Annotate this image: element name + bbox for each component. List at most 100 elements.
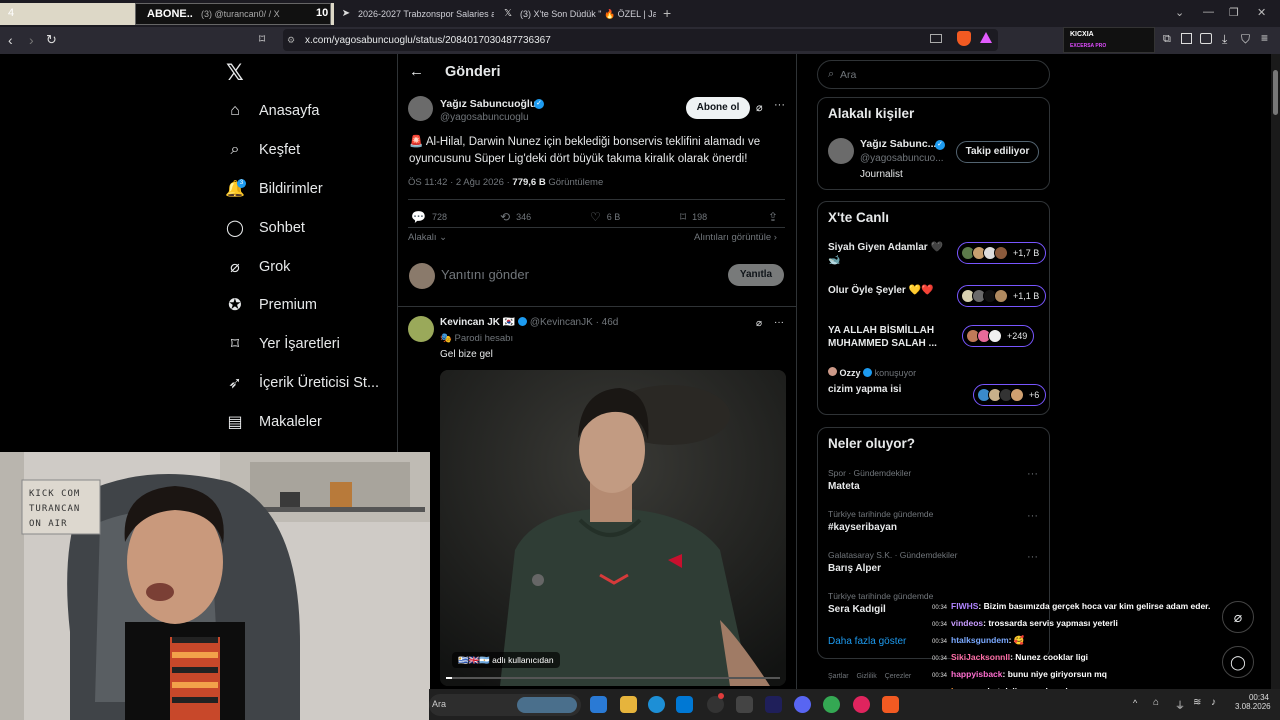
more-icon[interactable]: ··· xyxy=(774,99,785,111)
chat-username[interactable]: htalksgundem xyxy=(951,635,1009,645)
author-avatar[interactable] xyxy=(408,96,433,121)
messages-fab-icon[interactable]: ◯ xyxy=(1222,646,1254,678)
browser-tab-active[interactable]: 4 ABONE.. (3) @turancan0/ / X 10 xyxy=(0,3,334,25)
search-input[interactable]: Ara xyxy=(840,69,856,81)
reply-author-name[interactable]: Kevincan JK 🇰🇷 xyxy=(440,317,515,328)
related-avatar[interactable] xyxy=(828,138,854,164)
grok-icon[interactable]: ⌀ xyxy=(756,318,762,329)
sidebar-item-keşfet[interactable]: ⌕ Keşfet xyxy=(224,135,301,165)
bookmark-action[interactable]: ⌑ 198 xyxy=(680,210,707,224)
reply-action[interactable]: 💬 728 xyxy=(411,210,447,224)
author-handle[interactable]: @yagosabuncuoglu xyxy=(440,112,529,123)
author-name[interactable]: Yağız Sabuncuoğlu xyxy=(440,98,536,110)
tab-list-icon[interactable]: ⌄ xyxy=(1175,6,1184,19)
download-icon[interactable]: ⤓ xyxy=(1222,32,1227,47)
footer-links[interactable]: Şartlar Gizlilik Çerezler xyxy=(828,673,911,680)
minimize-icon[interactable]: — xyxy=(1203,6,1214,18)
more-icon[interactable]: ··· xyxy=(1027,468,1038,480)
forward-icon[interactable]: › xyxy=(29,32,34,48)
search-box[interactable]: ⌕ Ara xyxy=(817,60,1050,89)
bookmark-page-icon[interactable]: ⌑ xyxy=(259,32,265,46)
app-icon[interactable] xyxy=(853,696,870,713)
chat-username[interactable]: happyisback xyxy=(951,669,1003,679)
sidebar-item-sohbet[interactable]: ◯ Sohbet xyxy=(224,213,305,243)
like-action[interactable]: ♡ 6 B xyxy=(590,210,620,224)
view-quotes-link[interactable]: Alıntıları görüntüle › xyxy=(694,232,777,243)
capcut-icon[interactable] xyxy=(736,696,753,713)
live-listeners-pill[interactable]: +249 xyxy=(962,325,1035,347)
back-icon[interactable]: ‹ xyxy=(8,32,13,48)
following-button[interactable]: Takip ediliyor xyxy=(956,141,1039,163)
wifi-icon[interactable]: ≋ xyxy=(1193,697,1201,708)
url-text[interactable]: x.com/yagosabuncuoglu/status/20840170304… xyxy=(305,35,551,46)
live-item-title[interactable]: Siyah Giyen Adamlar 🖤 🐋 xyxy=(828,241,948,267)
chat-username[interactable]: FIWHS xyxy=(951,601,978,611)
back-arrow-icon[interactable]: ← xyxy=(409,63,424,80)
sidebar-item-grok[interactable]: ⌀ Grok xyxy=(224,252,290,282)
reply-author-handle[interactable]: @KevincanJK xyxy=(530,317,593,328)
host-name[interactable]: Ozzy xyxy=(840,368,861,378)
scrollbar-thumb[interactable] xyxy=(1273,70,1278,115)
reply-author-avatar[interactable] xyxy=(408,316,434,342)
sidebar-item-premium[interactable]: ✪ Premium xyxy=(224,290,317,320)
premiere-icon[interactable] xyxy=(765,696,782,713)
grok-fab-icon[interactable]: ⌀ xyxy=(1222,601,1254,633)
close-icon[interactable]: ✕ xyxy=(1257,6,1266,19)
network-icon[interactable]: ⌂ xyxy=(1153,697,1159,708)
extensions-icon[interactable]: ⧉ xyxy=(1163,33,1171,46)
menu-icon[interactable]: ≡ xyxy=(1261,31,1268,45)
repost-action[interactable]: ⟲ 346 xyxy=(500,210,531,224)
sort-dropdown[interactable]: Alakalı ⌄ xyxy=(408,232,447,243)
video-player[interactable]: 🇺🇾🇬🇧🇦🇷 adlı kullanıcıdan xyxy=(440,370,786,686)
related-handle[interactable]: @yagosabuncuo... xyxy=(860,153,944,164)
sidebar-item-yer-i-şaretleri[interactable]: ⌑ Yer İşaretleri xyxy=(224,329,340,359)
trend-name[interactable]: Barış Alper xyxy=(828,563,881,574)
vpn-icon[interactable]: ⛉ xyxy=(1241,32,1250,47)
reply-button[interactable]: Yanıtla xyxy=(728,264,784,286)
live-item-title[interactable]: YA ALLAH BİSMİLLAH MUHAMMED SALAH ... xyxy=(828,324,953,350)
tray-arrow-icon[interactable]: ^ xyxy=(1133,698,1137,708)
site-info-icon[interactable]: ⚙ xyxy=(287,35,295,46)
follow-button[interactable]: Abone ol xyxy=(686,97,750,119)
live-listeners-pill[interactable]: +1,1 B xyxy=(957,285,1047,307)
browser-tab-trabzonspor[interactable]: ➤ 2026-2027 Trabzonspor Salaries and xyxy=(334,3,494,25)
edge-icon[interactable] xyxy=(648,696,665,713)
grok-icon[interactable]: ⌀ xyxy=(756,101,763,114)
trend-name[interactable]: Mateta xyxy=(828,481,860,492)
related-name[interactable]: Yağız Sabunc... xyxy=(860,138,936,150)
widgets-icon[interactable] xyxy=(590,696,607,713)
mic-icon[interactable]: ⏚ xyxy=(1175,697,1185,712)
chat-username[interactable]: vindeos xyxy=(951,618,983,628)
reload-icon[interactable]: ↻ xyxy=(46,32,57,48)
share-action[interactable]: ⇪ xyxy=(768,210,778,224)
chrome-icon[interactable] xyxy=(823,696,840,713)
taskbar-search[interactable]: Ara xyxy=(429,694,581,716)
file-explorer-icon[interactable] xyxy=(620,696,637,713)
sidebar-item-i-çerik-üreticisi-st-[interactable]: ➶ İçerik Üreticisi St... xyxy=(224,368,379,398)
trend-name[interactable]: #kayseribayan xyxy=(828,522,897,533)
live-listeners-pill[interactable]: +6 xyxy=(973,384,1047,406)
show-more-link[interactable]: Daha fazla göster xyxy=(828,636,906,647)
video-progress-track[interactable] xyxy=(446,677,780,679)
restore-icon[interactable]: ❐ xyxy=(1229,6,1239,19)
brave-icon[interactable] xyxy=(882,696,899,713)
live-item-title[interactable]: Olur Öyle Şeyler 💛❤️ xyxy=(828,285,934,296)
sidebar-item-anasayfa[interactable]: ⌂ Anasayfa xyxy=(224,96,319,126)
rewards-icon[interactable] xyxy=(980,32,992,43)
discord-icon[interactable] xyxy=(794,696,811,713)
user-avatar[interactable] xyxy=(409,263,435,289)
live-item-title[interactable]: cizim yapma isi xyxy=(828,384,901,395)
live-listeners-pill[interactable]: +1,7 B xyxy=(957,242,1047,264)
sidebar-item-makaleler[interactable]: ▤ Makaleler xyxy=(224,407,321,437)
store-icon[interactable] xyxy=(676,696,693,713)
volume-icon[interactable]: ♪ xyxy=(1211,697,1216,708)
new-tab-icon[interactable]: + xyxy=(663,5,671,21)
trend-name[interactable]: Sera Kadıgil xyxy=(828,604,886,615)
more-icon[interactable]: ··· xyxy=(1027,551,1038,563)
reader-view-icon[interactable] xyxy=(930,34,942,43)
wallet-icon[interactable] xyxy=(1200,33,1212,44)
browser-tab-x[interactable]: 𝕏 (3) X'te Son Düdük " 🔥 ÖZEL | Jadon xyxy=(496,3,656,25)
sidebar-icon[interactable] xyxy=(1181,33,1192,44)
chat-username[interactable]: SikiJacksonnll xyxy=(951,652,1010,662)
reply-input[interactable]: Yanıtını gönder xyxy=(441,267,529,282)
